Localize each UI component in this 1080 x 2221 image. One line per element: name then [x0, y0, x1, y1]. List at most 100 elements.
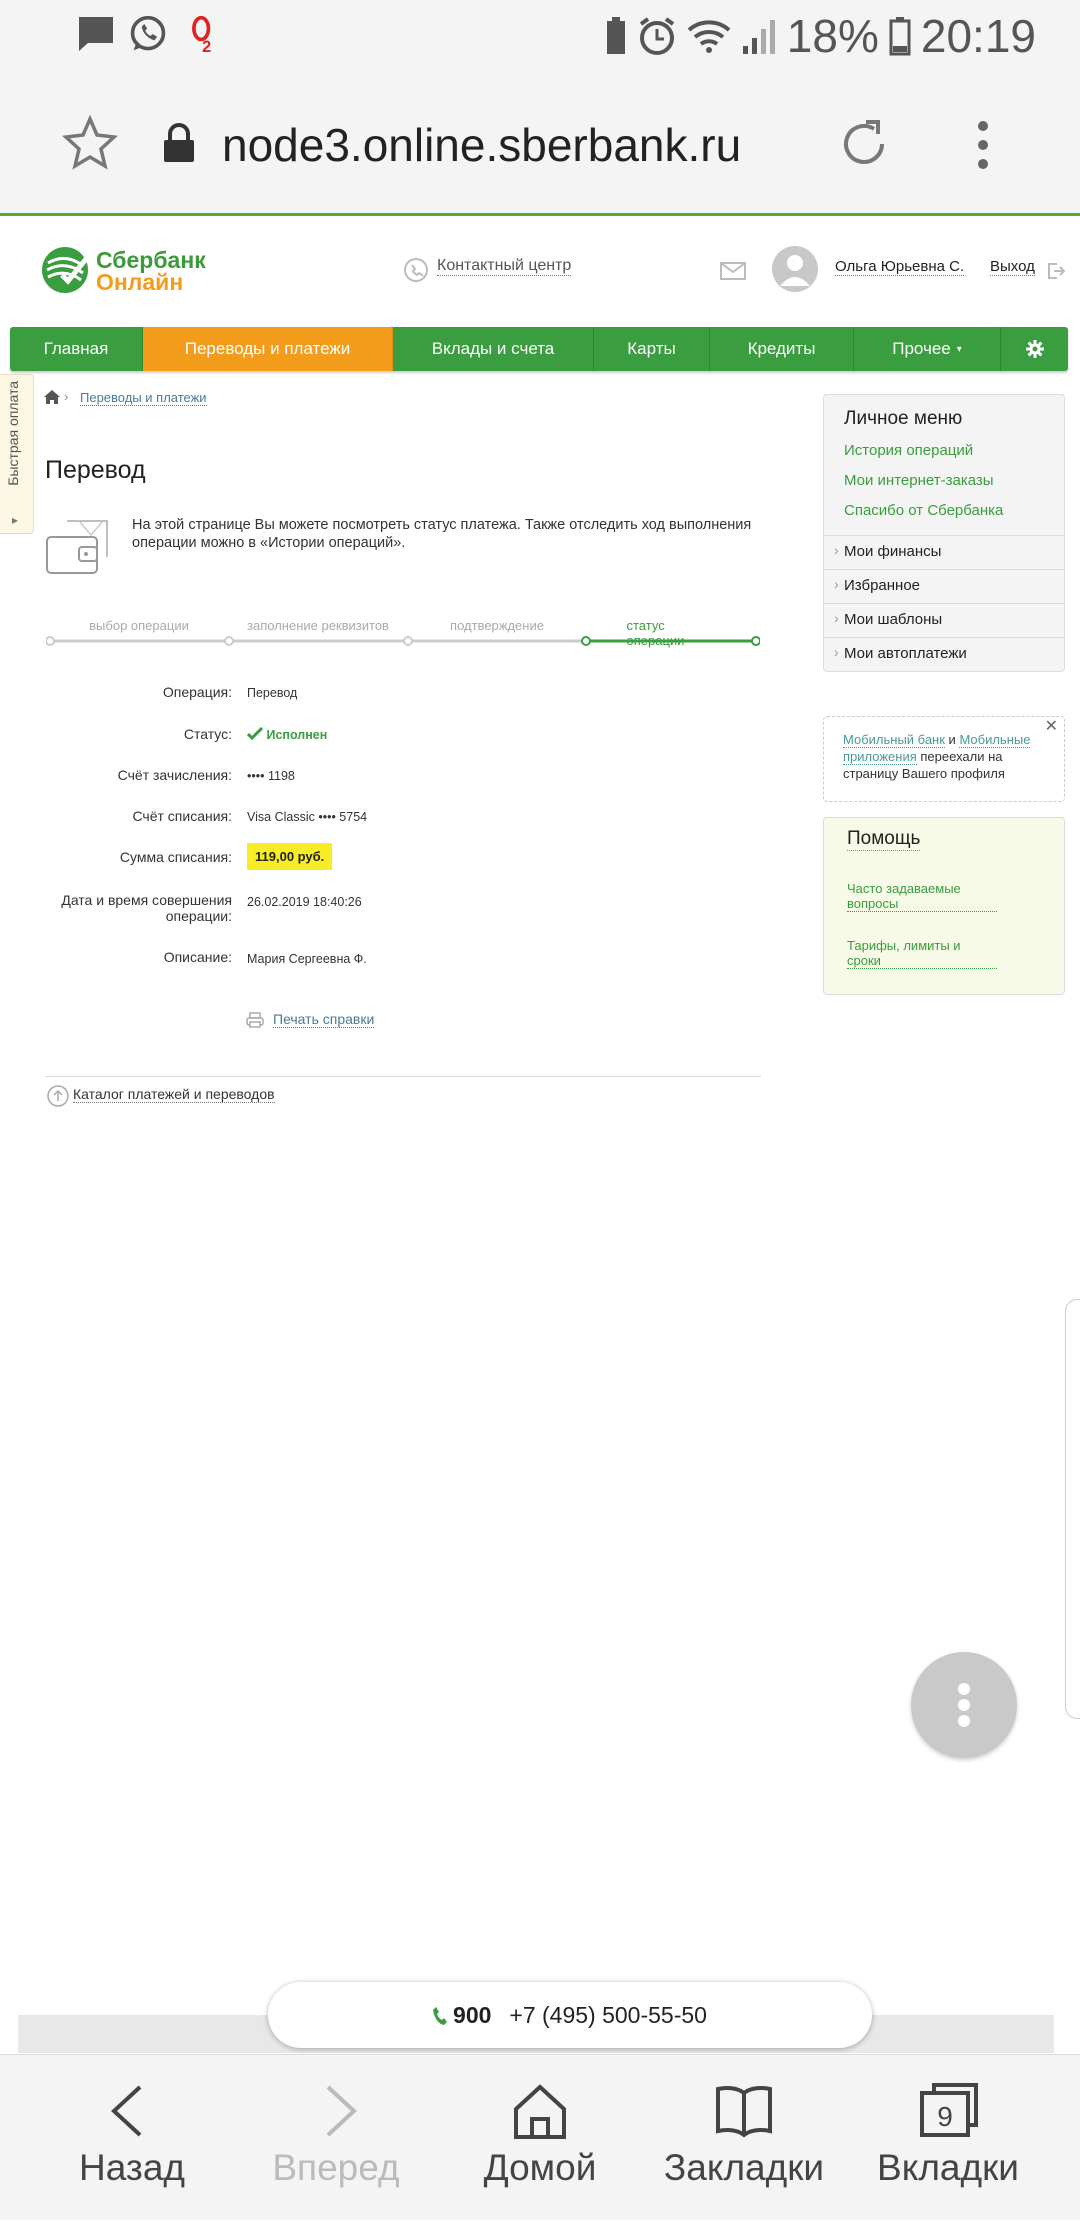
mobile-bank-link[interactable]: Мобильный банк	[843, 732, 945, 748]
phone-clock-icon	[404, 258, 428, 282]
step-progress-line	[46, 636, 760, 646]
message-icon	[79, 17, 113, 51]
sberbank-logo-icon[interactable]	[40, 245, 90, 295]
whatsapp-icon	[130, 15, 166, 51]
chevron-down-icon: ▾	[956, 343, 962, 355]
phone-number-long: +7 (495) 500-55-50	[509, 2001, 707, 2028]
phone-number-short: 900	[433, 2002, 491, 2029]
floating-menu-button[interactable]	[911, 1652, 1017, 1758]
wifi-icon	[687, 20, 731, 53]
menu-item-deposits[interactable]: Вклады и счета	[393, 327, 594, 371]
internet-orders-link[interactable]: Мои интернет-заказы	[844, 472, 1064, 489]
notice-and: и	[948, 732, 956, 747]
breadcrumb-transfers-link[interactable]: Переводы и платежи	[80, 390, 207, 406]
help-title[interactable]: Помощь	[847, 828, 921, 851]
main-menu: Главная Переводы и платежи Вклады и счет…	[10, 327, 1068, 371]
tabs-icon: 9	[920, 2083, 978, 2137]
logout-icon[interactable]	[1047, 262, 1065, 280]
avatar[interactable]	[772, 246, 818, 292]
status-label: Статус:	[183, 726, 232, 742]
o2-icon: 2	[192, 15, 211, 54]
check-icon	[246, 726, 264, 741]
section-my-finances[interactable]: Мои финансы	[824, 535, 1064, 569]
bookmarks-icon	[716, 2086, 772, 2138]
clock: 20:19	[920, 10, 1036, 62]
intro-text: На этой странице Вы можете посмотреть ст…	[132, 517, 752, 551]
gear-icon	[1025, 340, 1044, 358]
datetime-value: 26.02.2019 18:40:26	[247, 895, 362, 909]
credit-account-label: Счёт зачисления:	[117, 767, 232, 783]
lock-icon	[164, 123, 194, 162]
logout-link[interactable]: Выход	[990, 258, 1035, 276]
progress-steps: выбор операции заполнение реквизитов под…	[46, 618, 760, 648]
phone-short: 900	[453, 2001, 492, 2028]
description-value: Мария Сергеевна Ф.	[247, 952, 367, 966]
battery-saver-icon	[606, 17, 625, 54]
chevron-right-icon: ›	[64, 389, 69, 404]
nav-forward-label: Вперед	[272, 2147, 400, 2188]
help-panel: Помощь Часто задаваемые вопросы Тарифы, …	[823, 817, 1065, 995]
mobile-bank-notice: ✕ Мобильный банк и Мобильные приложения …	[823, 716, 1065, 802]
section-favorites[interactable]: Избранное	[824, 569, 1064, 603]
menu-item-transfers[interactable]: Переводы и платежи	[143, 327, 393, 371]
catalog-link[interactable]: Каталог платежей и переводов	[73, 1086, 275, 1103]
debit-account-label: Счёт списания:	[132, 808, 232, 824]
wallet-icon	[46, 520, 108, 574]
print-receipt-link[interactable]: Печать справки	[273, 1011, 375, 1028]
step-label: выбор операции	[89, 618, 189, 633]
menu-item-credits[interactable]: Кредиты	[710, 327, 854, 371]
menu-item-other[interactable]: Прочее ▾	[854, 327, 1001, 371]
description-label: Описание:	[163, 949, 232, 965]
mail-icon[interactable]	[720, 262, 746, 280]
tabs-count: 9	[937, 2101, 953, 2132]
quick-pay-tab[interactable]: Быстрая оплата ▸	[0, 374, 34, 534]
credit-account-value: •••• 1198	[247, 769, 295, 783]
nav-back-label: Назад	[78, 2147, 185, 2188]
section-autopayments[interactable]: Мои автоплатежи	[824, 637, 1064, 671]
url-field[interactable]: node3.online.sberbank.ru	[222, 118, 741, 172]
step-label: заполнение реквизитов	[247, 618, 389, 633]
spasibo-link[interactable]: Спасибо от Сбербанка	[844, 502, 1064, 519]
menu-item-main[interactable]: Главная	[10, 327, 143, 371]
star-icon[interactable]	[62, 115, 118, 171]
more-vert-icon[interactable]	[975, 120, 991, 170]
contact-center-link[interactable]: Контактный центр	[437, 257, 572, 276]
nav-bookmarks[interactable]: Закладки	[644, 2055, 844, 2221]
debit-account-value: Visa Classic •••• 5754	[247, 810, 368, 824]
scrollbar[interactable]	[1065, 1299, 1080, 1719]
nav-tabs-label: Вкладки	[877, 2147, 1019, 2188]
browser-bottom-nav: Назад Вперед Домой Закладки 9 Вкладки	[0, 2054, 1080, 2220]
status-value: Исполнен	[246, 726, 328, 742]
section-templates[interactable]: Мои шаблоны	[824, 603, 1064, 637]
phone-bar[interactable]: 900 +7 (495) 500-55-50	[268, 1982, 872, 2048]
operation-value: Перевод	[247, 686, 298, 700]
tariffs-link[interactable]: Тарифы, лимиты и сроки	[847, 938, 997, 969]
user-name-link[interactable]: Ольга Юрьевна С.	[835, 258, 965, 276]
nav-forward[interactable]: Вперед	[236, 2055, 436, 2221]
status-badge: Исполнен	[266, 728, 328, 742]
web-page: Сбербанк Онлайн Контактный центр Ольга Ю…	[0, 219, 1080, 2054]
nav-back[interactable]: Назад	[32, 2055, 232, 2221]
operation-label: Операция:	[162, 684, 232, 700]
browser-toolbar: node3.online.sberbank.ru	[0, 70, 1080, 216]
reload-icon[interactable]	[836, 116, 892, 172]
page-title: Перевод	[45, 456, 146, 484]
history-link[interactable]: История операций	[844, 442, 1064, 459]
forward-icon	[326, 2085, 357, 2137]
arrow-up-circle-icon[interactable]	[47, 1085, 69, 1107]
datetime-label: Дата и время совершения операции:	[61, 892, 232, 924]
faq-link[interactable]: Часто задаваемые вопросы	[847, 881, 997, 912]
menu-item-other-label: Прочее	[892, 339, 951, 358]
settings-button[interactable]	[1001, 327, 1068, 371]
nav-bookmarks-label: Закладки	[663, 2147, 825, 2188]
home-icon[interactable]	[44, 390, 60, 404]
back-icon	[111, 2085, 142, 2137]
menu-item-cards[interactable]: Карты	[594, 327, 710, 371]
printer-icon[interactable]	[246, 1012, 264, 1028]
nav-home[interactable]: Домой	[440, 2055, 640, 2221]
nav-home-label: Домой	[483, 2147, 597, 2188]
nav-tabs[interactable]: 9 Вкладки	[848, 2055, 1048, 2221]
chevron-right-icon: ▸	[12, 513, 19, 527]
close-icon[interactable]: ✕	[1045, 718, 1058, 735]
amount-value: 119,00 руб.	[247, 843, 333, 870]
